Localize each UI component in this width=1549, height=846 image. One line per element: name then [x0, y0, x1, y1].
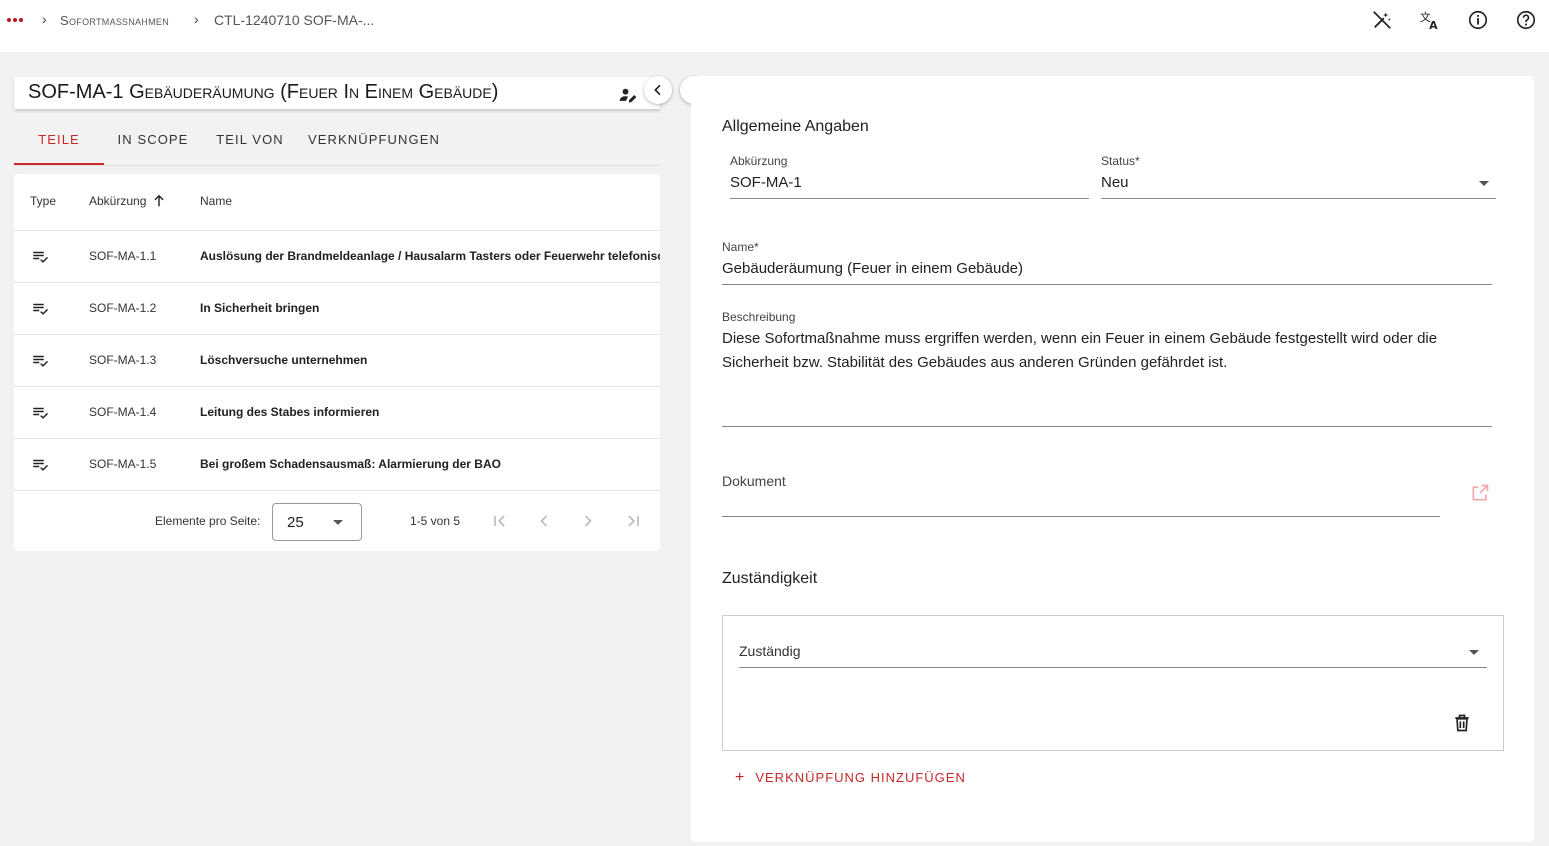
- page-size-value: 25: [287, 514, 304, 531]
- dropdown-caret-icon[interactable]: [1469, 650, 1479, 655]
- table-row[interactable]: SOF-MA-1.3 Löschversuche unternehmen: [14, 334, 660, 386]
- tab-bar: Teile In Scope Teil von Verknüpfungen: [14, 116, 660, 166]
- checklist-icon: [33, 355, 49, 367]
- responsibility-box: Zuständig: [722, 615, 1504, 751]
- checklist-icon: [33, 251, 49, 263]
- status-label: Status*: [1101, 154, 1140, 168]
- first-page-button[interactable]: [490, 511, 510, 531]
- row-abbreviation: SOF-MA-1.2: [89, 301, 157, 315]
- open-in-new-icon[interactable]: [1470, 483, 1490, 503]
- arrow-up-icon[interactable]: [152, 194, 166, 208]
- help-icon[interactable]: [1515, 9, 1537, 31]
- row-abbreviation: SOF-MA-1.3: [89, 353, 157, 367]
- dropdown-caret-icon[interactable]: [1479, 181, 1489, 186]
- column-header-type[interactable]: Type: [30, 194, 56, 208]
- checklist-icon: [33, 459, 49, 471]
- previous-page-button[interactable]: [534, 511, 554, 531]
- status-select[interactable]: Neu: [1101, 174, 1129, 191]
- chevron-left-icon: [540, 515, 548, 527]
- paginator: Elemente pro Seite: 25 1-5 von 5: [14, 490, 660, 551]
- breadcrumb-item-sofortmassnahmen[interactable]: Sofortmaßnahmen: [60, 13, 169, 28]
- tab-verknuepfungen[interactable]: Verknüpfungen: [306, 116, 442, 165]
- add-link-button[interactable]: + Verknüpfung hinzufügen: [735, 769, 966, 789]
- chevron-right-icon: ›: [194, 11, 199, 27]
- page-title: SOF-MA-1 Gebäuderäumung (Feuer In Einem …: [28, 81, 499, 103]
- row-abbreviation: SOF-MA-1.1: [89, 249, 157, 263]
- row-abbreviation: SOF-MA-1.4: [89, 405, 157, 419]
- last-page-button[interactable]: [623, 511, 643, 531]
- chevron-right-icon: [584, 515, 592, 527]
- last-page-icon: [628, 515, 639, 527]
- add-link-label: Verknüpfung hinzufügen: [755, 770, 966, 785]
- description-textarea[interactable]: Diese Sofortmaßnahme muss ergriffen werd…: [722, 327, 1482, 375]
- document-label: Dokument: [722, 473, 786, 489]
- translate-icon[interactable]: 文A: [1419, 9, 1441, 32]
- object-header: SOF-MA-1 Gebäuderäumung (Feuer In Einem …: [14, 77, 660, 109]
- parts-table: Type Abkürzung Name SOF-MA-1.1 Auslösung…: [14, 174, 660, 551]
- table-row[interactable]: SOF-MA-1.5 Bei großem Schadensausmaß: Al…: [14, 438, 660, 490]
- next-page-button[interactable]: [578, 511, 598, 531]
- edit-person-icon[interactable]: [618, 85, 638, 105]
- row-name: Auslösung der Brandmeldeanlage / Hausala…: [200, 249, 660, 263]
- column-header-name[interactable]: Name: [200, 194, 232, 208]
- plus-icon: +: [735, 769, 746, 786]
- description-label: Beschreibung: [722, 310, 796, 324]
- table-row[interactable]: SOF-MA-1.2 In Sicherheit bringen: [14, 282, 660, 334]
- checklist-icon: [33, 303, 49, 315]
- row-name: Leitung des Stabes informieren: [200, 405, 380, 419]
- responsible-select[interactable]: Zuständig: [739, 643, 800, 659]
- collapse-left-button[interactable]: [644, 76, 672, 104]
- delete-icon[interactable]: [1452, 713, 1472, 733]
- name-field[interactable]: Gebäuderäumung (Feuer in einem Gebäude): [722, 260, 1023, 277]
- row-name: In Sicherheit bringen: [200, 301, 320, 315]
- document-field[interactable]: [722, 516, 1440, 517]
- row-name: Löschversuche unternehmen: [200, 353, 368, 367]
- abbreviation-field[interactable]: SOF-MA-1: [730, 174, 802, 191]
- section-title-responsibility: Zuständigkeit: [722, 570, 818, 587]
- page-range: 1-5 von 5: [410, 514, 461, 528]
- checklist-icon: [33, 407, 49, 419]
- chevron-right-icon: ›: [42, 11, 47, 27]
- auto-fix-off-icon[interactable]: [1371, 9, 1393, 31]
- dropdown-caret-icon: [333, 520, 343, 525]
- page-size-label: Elemente pro Seite:: [155, 514, 261, 528]
- more-menu-icon[interactable]: [6, 12, 24, 26]
- breadcrumb-item-current: CTL-1240710 SOF-MA-...: [214, 12, 375, 28]
- first-page-icon: [494, 515, 505, 527]
- name-label: Name*: [722, 240, 759, 254]
- tab-teil-von[interactable]: Teil von: [208, 116, 292, 165]
- page-size-select[interactable]: 25: [272, 503, 362, 541]
- row-name: Bei großem Schadensausmaß: Alarmierung d…: [200, 457, 501, 471]
- svg-text:A: A: [1429, 19, 1438, 31]
- tab-in-scope[interactable]: In Scope: [110, 116, 196, 165]
- row-abbreviation: SOF-MA-1.5: [89, 457, 157, 471]
- section-title-general: Allgemeine Angaben: [722, 118, 869, 135]
- table-row[interactable]: SOF-MA-1.4 Leitung des Stabes informiere…: [14, 386, 660, 438]
- tab-teile[interactable]: Teile: [14, 116, 104, 165]
- top-bar: › Sofortmaßnahmen › CTL-1240710 SOF-MA-.…: [0, 0, 1549, 52]
- info-icon[interactable]: [1467, 9, 1489, 31]
- chevron-left-icon: [654, 84, 661, 96]
- column-header-abbreviation[interactable]: Abkürzung: [89, 194, 146, 208]
- abbreviation-label: Abkürzung: [730, 154, 788, 168]
- detail-form: Allgemeine Angaben Abkürzung SOF-MA-1 St…: [691, 76, 1534, 842]
- table-row[interactable]: SOF-MA-1.1 Auslösung der Brandmeldeanlag…: [14, 230, 660, 282]
